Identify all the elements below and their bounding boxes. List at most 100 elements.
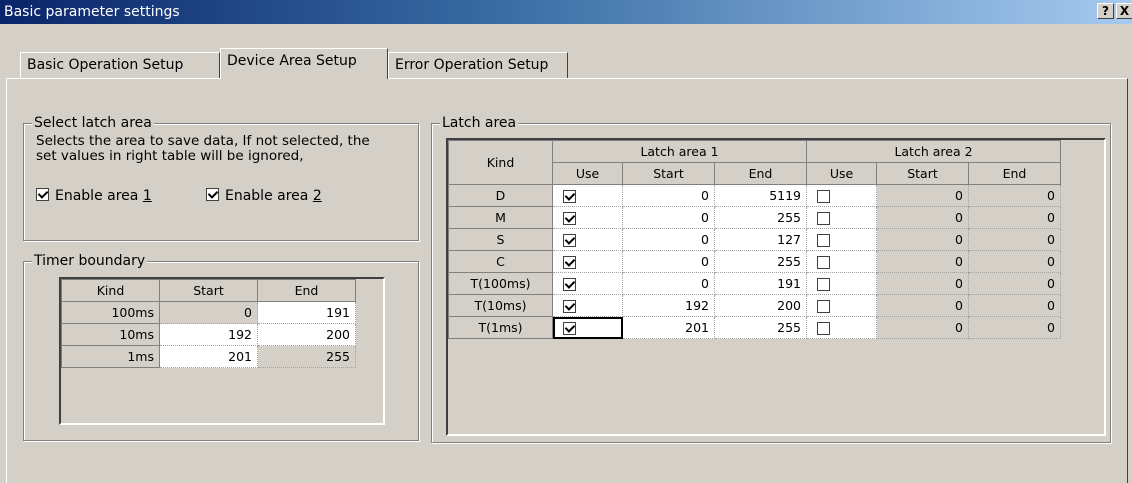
end-1-cell[interactable]: 200	[714, 294, 807, 317]
latch-header-start: Start	[622, 162, 715, 185]
timer-end-cell[interactable]: 200	[257, 323, 356, 346]
latch-kind-cell: C	[448, 250, 553, 273]
use-2-cell[interactable]	[806, 184, 877, 207]
timer-boundary-group: Timer boundary Kind Start End 100ms 0 19…	[23, 252, 419, 441]
checkbox-box[interactable]	[36, 188, 49, 201]
use-1-cell[interactable]	[552, 184, 623, 207]
use-1-cell[interactable]	[552, 206, 623, 229]
use-checkbox[interactable]	[563, 278, 576, 291]
use-checkbox[interactable]	[563, 234, 576, 247]
end-2-cell: 0	[968, 228, 1061, 251]
latch-header-use: Use	[806, 162, 877, 185]
timer-kind-cell: 1ms	[61, 345, 160, 368]
end-2-cell: 0	[968, 316, 1061, 339]
start-1-cell[interactable]: 0	[622, 272, 715, 295]
timer-header-end: End	[257, 279, 356, 302]
enable-area-1-checkbox[interactable]: Enable area 1	[36, 188, 152, 204]
latch-header-use: Use	[552, 162, 623, 185]
start-1-cell[interactable]: 192	[622, 294, 715, 317]
use-checkbox[interactable]	[817, 322, 830, 335]
latch-header-area-2: Latch area 2	[806, 140, 1061, 163]
start-1-cell[interactable]: 0	[622, 184, 715, 207]
end-1-cell[interactable]: 255	[714, 206, 807, 229]
end-1-cell[interactable]: 255	[714, 250, 807, 273]
end-1-cell[interactable]: 255	[714, 316, 807, 339]
use-checkbox[interactable]	[563, 300, 576, 313]
tab-device-area[interactable]: Device Area Setup	[220, 48, 388, 79]
timer-start-cell[interactable]: 192	[159, 323, 258, 346]
use-1-cell[interactable]	[552, 228, 623, 251]
use-checkbox[interactable]	[817, 278, 830, 291]
latch-grid: Kind Latch area 1 Latch area 2 Use Start…	[446, 138, 1106, 436]
timer-start-cell[interactable]: 201	[159, 345, 258, 368]
use-2-cell[interactable]	[806, 316, 877, 339]
latch-kind-cell: T(1ms)	[448, 316, 553, 339]
use-checkbox[interactable]	[563, 322, 576, 335]
start-1-cell[interactable]: 0	[622, 250, 715, 273]
use-checkbox[interactable]	[563, 256, 576, 269]
use-checkbox[interactable]	[817, 190, 830, 203]
start-2-cell: 0	[876, 228, 969, 251]
title-bar: Basic parameter settings ? X	[0, 0, 1132, 24]
latch-kind-cell: D	[448, 184, 553, 207]
end-2-cell: 0	[968, 206, 1061, 229]
use-1-cell[interactable]	[552, 272, 623, 295]
latch-kind-cell: S	[448, 228, 553, 251]
use-checkbox[interactable]	[563, 212, 576, 225]
enable-area-2-prefix: Enable area	[225, 188, 313, 204]
end-2-cell: 0	[968, 294, 1061, 317]
select-latch-group: Select latch area Selects the area to sa…	[23, 114, 419, 241]
enable-area-2-key: 2	[312, 188, 322, 204]
table-row: T(10ms) 192 200 0 0	[448, 294, 1061, 317]
tab-basic-operation[interactable]: Basic Operation Setup	[20, 52, 220, 78]
latch-area-title: Latch area	[440, 114, 519, 132]
use-2-cell[interactable]	[806, 228, 877, 251]
start-1-cell[interactable]: 0	[622, 228, 715, 251]
latch-kind-cell: T(10ms)	[448, 294, 553, 317]
use-checkbox[interactable]	[817, 212, 830, 225]
use-1-cell[interactable]	[552, 294, 623, 317]
timer-end-cell[interactable]: 191	[257, 301, 356, 324]
table-row: M 0 255 0 0	[448, 206, 1061, 229]
checkbox-box[interactable]	[206, 188, 219, 201]
select-latch-description: Selects the area to save data, If not se…	[36, 133, 370, 164]
latch-header-end: End	[968, 162, 1061, 185]
timer-kind-cell: 10ms	[61, 323, 160, 346]
timer-boundary-title: Timer boundary	[32, 252, 148, 270]
use-1-cell[interactable]	[552, 316, 623, 339]
table-row: T(1ms) 201 255 0 0	[448, 316, 1061, 339]
use-2-cell[interactable]	[806, 294, 877, 317]
use-2-cell[interactable]	[806, 206, 877, 229]
start-2-cell: 0	[876, 316, 969, 339]
start-1-cell[interactable]: 201	[622, 316, 715, 339]
end-2-cell: 0	[968, 184, 1061, 207]
timer-start-cell: 0	[159, 301, 258, 324]
latch-area-group: Latch area Kind Latch area 1 Latch area …	[431, 114, 1111, 443]
start-2-cell: 0	[876, 272, 969, 295]
end-1-cell[interactable]: 191	[714, 272, 807, 295]
window-title: Basic parameter settings	[4, 4, 180, 20]
close-button[interactable]: X	[1116, 3, 1132, 19]
enable-area-1-key: 1	[142, 188, 152, 204]
use-1-cell[interactable]	[552, 250, 623, 273]
table-row: C 0 255 0 0	[448, 250, 1061, 273]
end-2-cell: 0	[968, 272, 1061, 295]
help-button[interactable]: ?	[1097, 3, 1114, 19]
use-checkbox[interactable]	[817, 256, 830, 269]
enable-area-2-checkbox[interactable]: Enable area 2	[206, 188, 322, 204]
start-1-cell[interactable]: 0	[622, 206, 715, 229]
use-2-cell[interactable]	[806, 272, 877, 295]
end-1-cell[interactable]: 5119	[714, 184, 807, 207]
latch-header-area-1: Latch area 1	[552, 140, 807, 163]
end-1-cell[interactable]: 127	[714, 228, 807, 251]
tab-error-operation[interactable]: Error Operation Setup	[388, 52, 568, 78]
enable-area-1-prefix: Enable area	[55, 188, 143, 204]
timer-end-cell: 255	[257, 345, 356, 368]
use-checkbox[interactable]	[817, 300, 830, 313]
use-checkbox[interactable]	[563, 190, 576, 203]
timer-header-kind: Kind	[61, 279, 160, 302]
tab-panel: Select latch area Selects the area to sa…	[6, 78, 1128, 483]
use-checkbox[interactable]	[817, 234, 830, 247]
timer-header-start: Start	[159, 279, 258, 302]
use-2-cell[interactable]	[806, 250, 877, 273]
